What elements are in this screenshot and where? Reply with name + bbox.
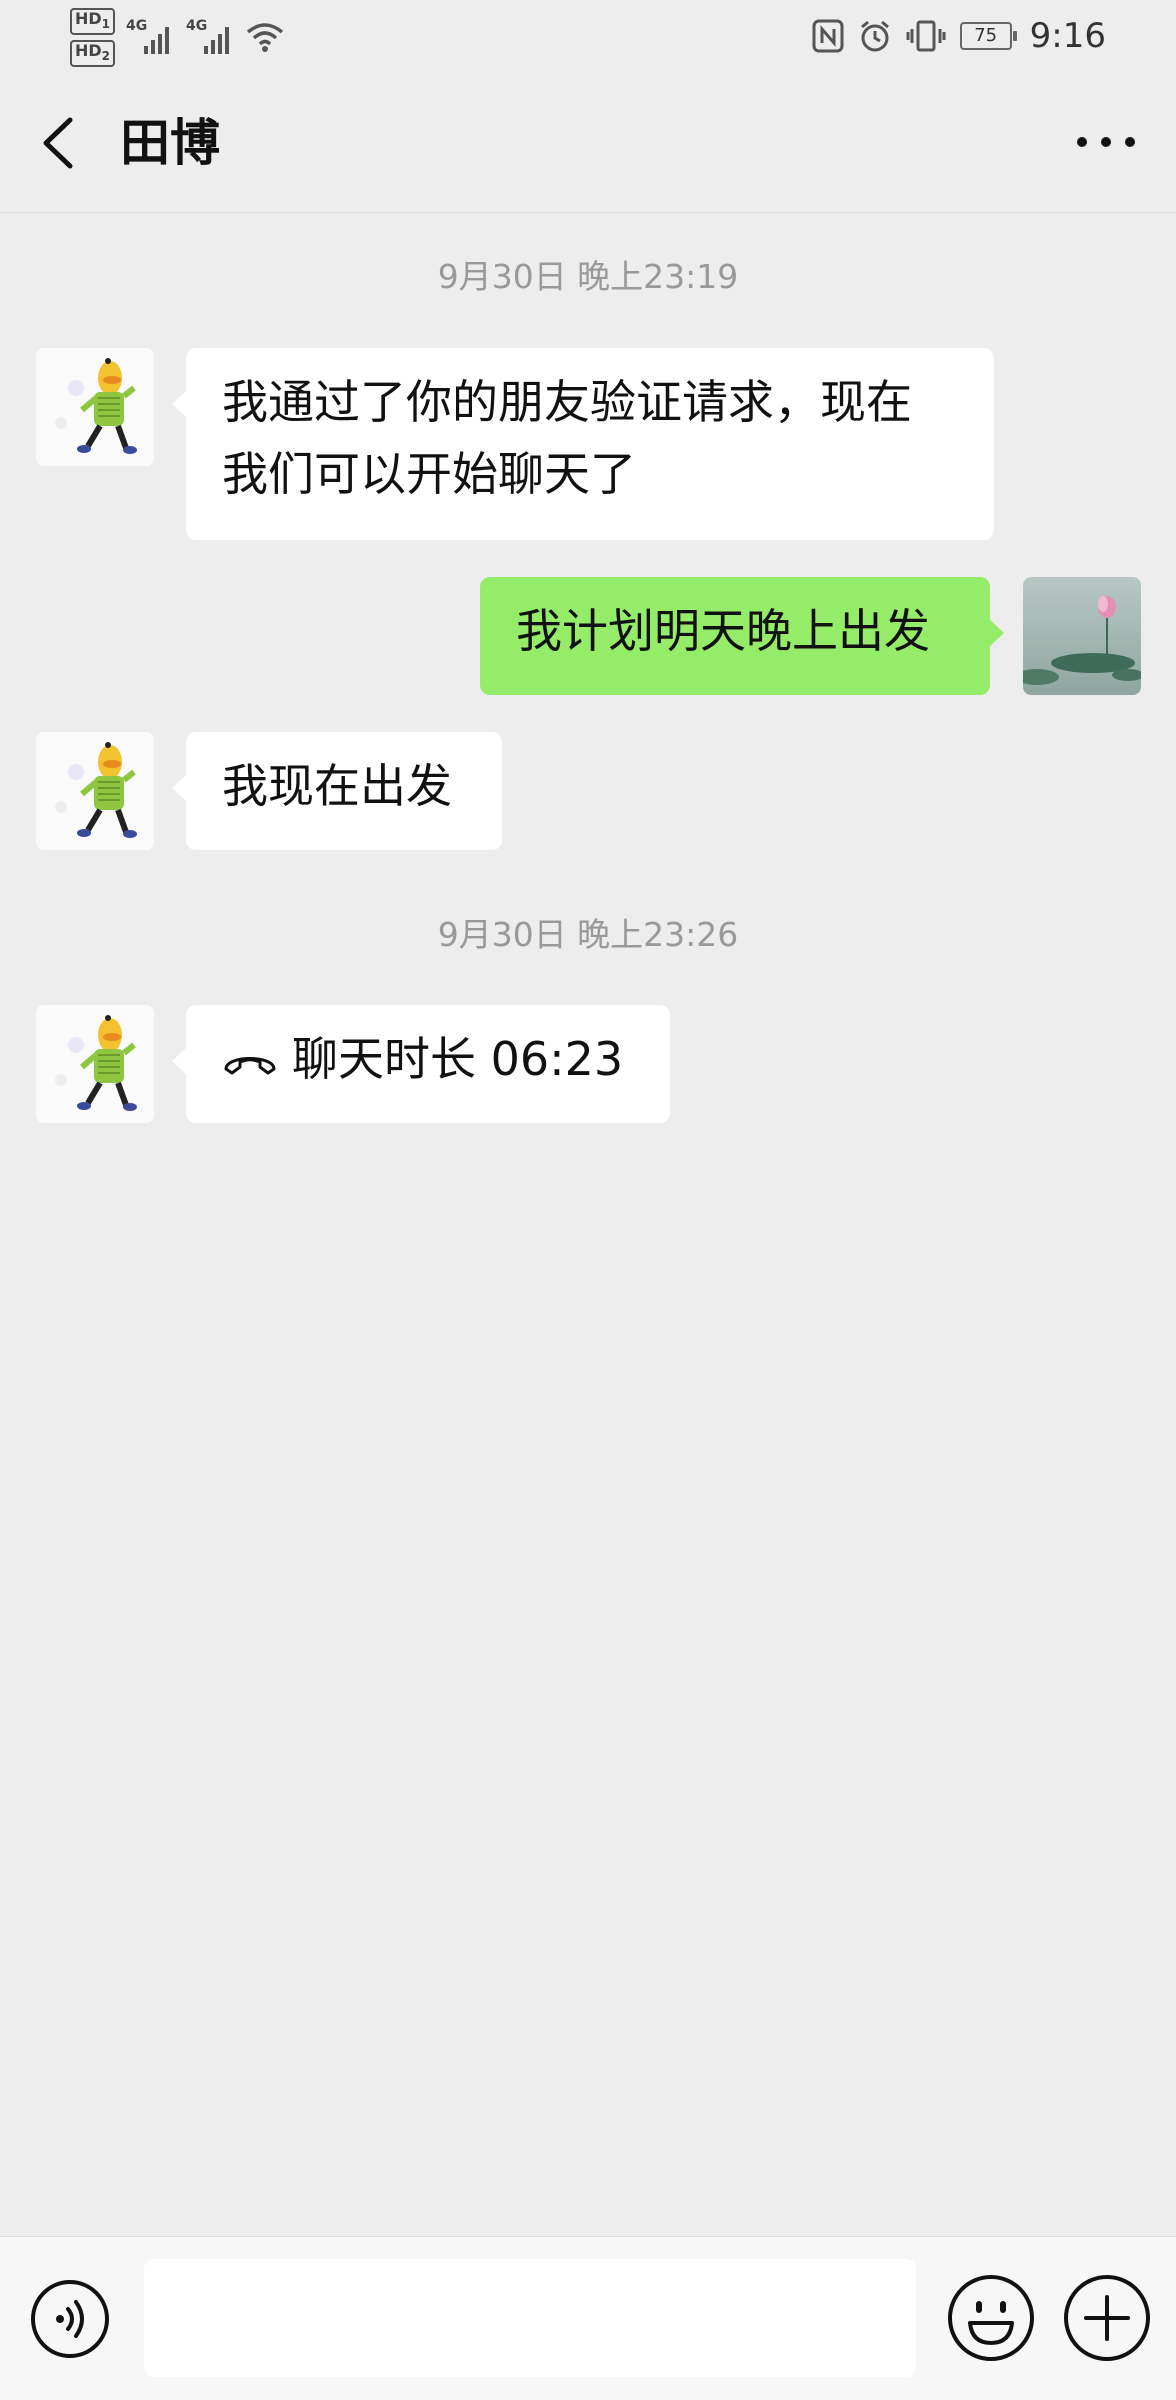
clock: 9:16 [1029, 16, 1106, 56]
message-bubble-received[interactable]: 我通过了你的朋友验证请求，现在 我们可以开始聊天了 [172, 348, 994, 540]
my-avatar-image [1023, 577, 1141, 695]
contact-avatar-image [36, 348, 154, 466]
hd2-badge: HD2 [70, 40, 116, 68]
chat-screen: HD1 HD2 4G 4G 75 9:16 田博 9月30日 晚上23:19 我… [0, 0, 1176, 2400]
alarm-icon [860, 20, 889, 52]
hd1-badge: HD1 [70, 8, 116, 36]
contact-avatar[interactable] [36, 732, 154, 850]
message-bubble-received[interactable]: 我现在出发 [172, 732, 502, 850]
message-text: 我现在出发 [222, 759, 452, 813]
message-input[interactable] [144, 2259, 916, 2377]
chat-title: 田博 [120, 114, 220, 172]
contact-avatar-image [36, 1005, 154, 1123]
message-text-line: 我通过了你的朋友验证请求，现在 [222, 375, 912, 429]
phone-hangup-icon [224, 1056, 276, 1074]
message-timestamp: 9月30日 晚上23:19 [437, 257, 739, 296]
message-text-line: 我们可以开始聊天了 [222, 447, 636, 501]
message-timestamp: 9月30日 晚上23:26 [437, 915, 739, 954]
signal2-icon [204, 27, 229, 54]
contact-avatar[interactable] [36, 1005, 154, 1123]
call-duration-text: 聊天时长 06:23 [292, 1032, 624, 1086]
call-record-bubble[interactable]: 聊天时长 06:23 [172, 1005, 670, 1123]
message-bubble-sent[interactable]: 我计划明天晚上出发 [480, 577, 1004, 695]
my-avatar[interactable] [1023, 577, 1141, 695]
message-text: 我计划明天晚上出发 [516, 604, 930, 658]
contact-avatar[interactable] [36, 348, 154, 466]
nav-bar: 田博 [0, 72, 1176, 213]
more-options-icon[interactable] [1066, 112, 1146, 172]
add-more-icon[interactable] [1062, 2273, 1152, 2363]
nfc-icon [812, 19, 844, 53]
voice-input-icon[interactable] [30, 2279, 110, 2359]
status-bar: HD1 HD2 4G 4G 75 9:16 [0, 0, 1176, 72]
signal1-icon [144, 27, 169, 54]
input-bar [0, 2236, 1176, 2400]
vibrate-icon [906, 20, 946, 52]
wifi-icon [246, 23, 284, 52]
battery-icon: 75 [959, 22, 1017, 50]
emoji-icon[interactable] [946, 2273, 1036, 2363]
status-right: 75 9:16 [812, 14, 1106, 58]
contact-avatar-image [36, 732, 154, 850]
back-icon[interactable] [30, 108, 90, 178]
